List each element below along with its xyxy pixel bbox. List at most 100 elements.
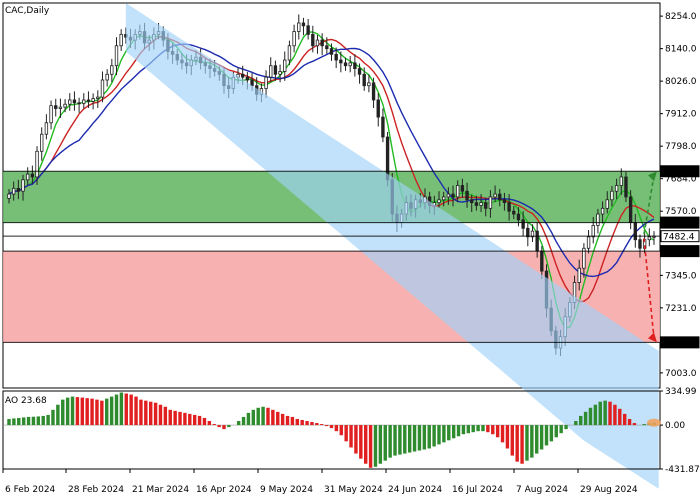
candle-body bbox=[456, 185, 460, 198]
y-tick-label-7: 7345.0 bbox=[665, 271, 697, 281]
candle-body bbox=[40, 133, 44, 152]
candle-body bbox=[329, 48, 334, 55]
candle-body bbox=[292, 31, 296, 47]
level-label-4: 7110.0 bbox=[663, 339, 695, 349]
y-tick-label-0: 8254.0 bbox=[665, 12, 697, 22]
candle-body bbox=[605, 199, 609, 209]
candle-body bbox=[479, 202, 483, 206]
candle-body bbox=[628, 196, 633, 223]
candle-body bbox=[306, 25, 310, 35]
y-tick-label-1: 8140.0 bbox=[665, 45, 697, 55]
candle-body bbox=[521, 219, 525, 229]
candle-body bbox=[619, 176, 623, 186]
candle-body bbox=[596, 213, 600, 226]
candle-body bbox=[91, 98, 95, 102]
y-tick-label-4: 7798.0 bbox=[665, 142, 697, 152]
candle-body bbox=[624, 176, 628, 198]
candle-body bbox=[600, 207, 605, 215]
candle-body bbox=[278, 71, 282, 75]
x-tick-label-6: 24 Jun 2024 bbox=[388, 485, 442, 495]
candle-body bbox=[21, 179, 25, 192]
candle-body bbox=[100, 79, 105, 98]
candle-body bbox=[72, 99, 77, 104]
candle-body bbox=[245, 76, 250, 81]
level-label-2: 7482.4 bbox=[663, 233, 695, 243]
candle-body bbox=[26, 173, 30, 181]
candle-body bbox=[311, 33, 315, 47]
candle-body bbox=[11, 187, 16, 195]
candle-body bbox=[297, 22, 301, 32]
candle-body bbox=[484, 202, 488, 209]
ao-last-marker bbox=[647, 418, 661, 427]
main-chart-title: CAC,Daily bbox=[5, 6, 50, 16]
candle-body bbox=[647, 236, 652, 241]
x-tick-label-5: 31 May 2024 bbox=[324, 485, 383, 495]
candle-body bbox=[301, 22, 306, 27]
x-tick-label-7: 16 Jul 2024 bbox=[452, 485, 503, 495]
candle-body bbox=[105, 73, 109, 81]
x-tick-label-9: 29 Aug 2024 bbox=[580, 485, 638, 495]
candle-body bbox=[7, 193, 11, 199]
candle-body bbox=[638, 239, 642, 249]
candle-body bbox=[110, 65, 114, 75]
chart-root: 7710.0 7530.0 7482.4 7430.0 7110.0 8254.0 8140… bbox=[0, 0, 700, 500]
x-tick-label-3: 16 Apr 2024 bbox=[196, 485, 252, 495]
x-tick-label-1: 28 Feb 2024 bbox=[68, 485, 124, 495]
candle-body bbox=[273, 65, 278, 75]
candle-body bbox=[470, 199, 474, 204]
candle-body bbox=[493, 193, 497, 198]
x-tick-label-4: 9 May 2024 bbox=[260, 485, 313, 495]
candle-body bbox=[507, 202, 511, 212]
candle-body bbox=[269, 65, 273, 78]
candle-body bbox=[343, 62, 348, 67]
candle-body bbox=[315, 39, 320, 47]
candle-body bbox=[320, 39, 324, 47]
y-tick-label-2: 8026.0 bbox=[665, 77, 697, 87]
candle-body bbox=[526, 227, 530, 238]
y-tick-label-5: 7684.0 bbox=[665, 175, 697, 185]
candle-body bbox=[58, 106, 63, 109]
candle-body bbox=[586, 236, 591, 249]
x-tick-label-8: 7 Aug 2024 bbox=[516, 485, 568, 495]
candle-body bbox=[516, 213, 521, 221]
candle-body bbox=[348, 62, 352, 67]
candle-body bbox=[614, 185, 619, 192]
candle-body bbox=[77, 102, 81, 105]
candle-body bbox=[119, 33, 123, 47]
candle-body bbox=[334, 53, 338, 61]
candle-body bbox=[96, 96, 100, 99]
ao-y-tick-label-0: 334.99 bbox=[665, 387, 697, 397]
candle-body bbox=[577, 267, 581, 283]
candle-body bbox=[376, 99, 380, 118]
ao-y-tick-label-1: 0.00 bbox=[665, 421, 685, 431]
candle-body bbox=[633, 222, 637, 241]
candle-body bbox=[446, 193, 451, 198]
candle-body bbox=[591, 225, 595, 238]
chart-svg: 7710.07530.07482.47430.07110.08254.08140… bbox=[0, 0, 700, 500]
candle-body bbox=[367, 82, 371, 87]
candle-body bbox=[353, 62, 357, 69]
candle-body bbox=[498, 193, 502, 201]
candle-body bbox=[460, 185, 465, 192]
candle-body bbox=[502, 199, 507, 204]
x-tick-label-0: 6 Feb 2024 bbox=[5, 485, 56, 495]
y-tick-label-6: 7570.0 bbox=[665, 207, 697, 217]
candle-body bbox=[44, 122, 49, 135]
candle-body bbox=[114, 45, 119, 67]
candle-body bbox=[54, 105, 58, 109]
candle-body bbox=[357, 68, 362, 75]
candle-body bbox=[437, 199, 441, 204]
candle-body bbox=[82, 99, 86, 104]
level-label-3: 7430.0 bbox=[663, 248, 695, 258]
candle-body bbox=[381, 116, 385, 138]
candle-body bbox=[264, 76, 268, 89]
candle-body bbox=[68, 99, 72, 105]
y-tick-label-8: 7231.0 bbox=[665, 304, 697, 314]
candle-body bbox=[474, 202, 479, 206]
candle-body bbox=[86, 99, 91, 102]
candle-body bbox=[362, 73, 366, 87]
y-tick-label-3: 7912.0 bbox=[665, 110, 697, 120]
candle-body bbox=[610, 190, 614, 201]
candle-body bbox=[441, 196, 446, 201]
candle-body bbox=[488, 196, 493, 209]
